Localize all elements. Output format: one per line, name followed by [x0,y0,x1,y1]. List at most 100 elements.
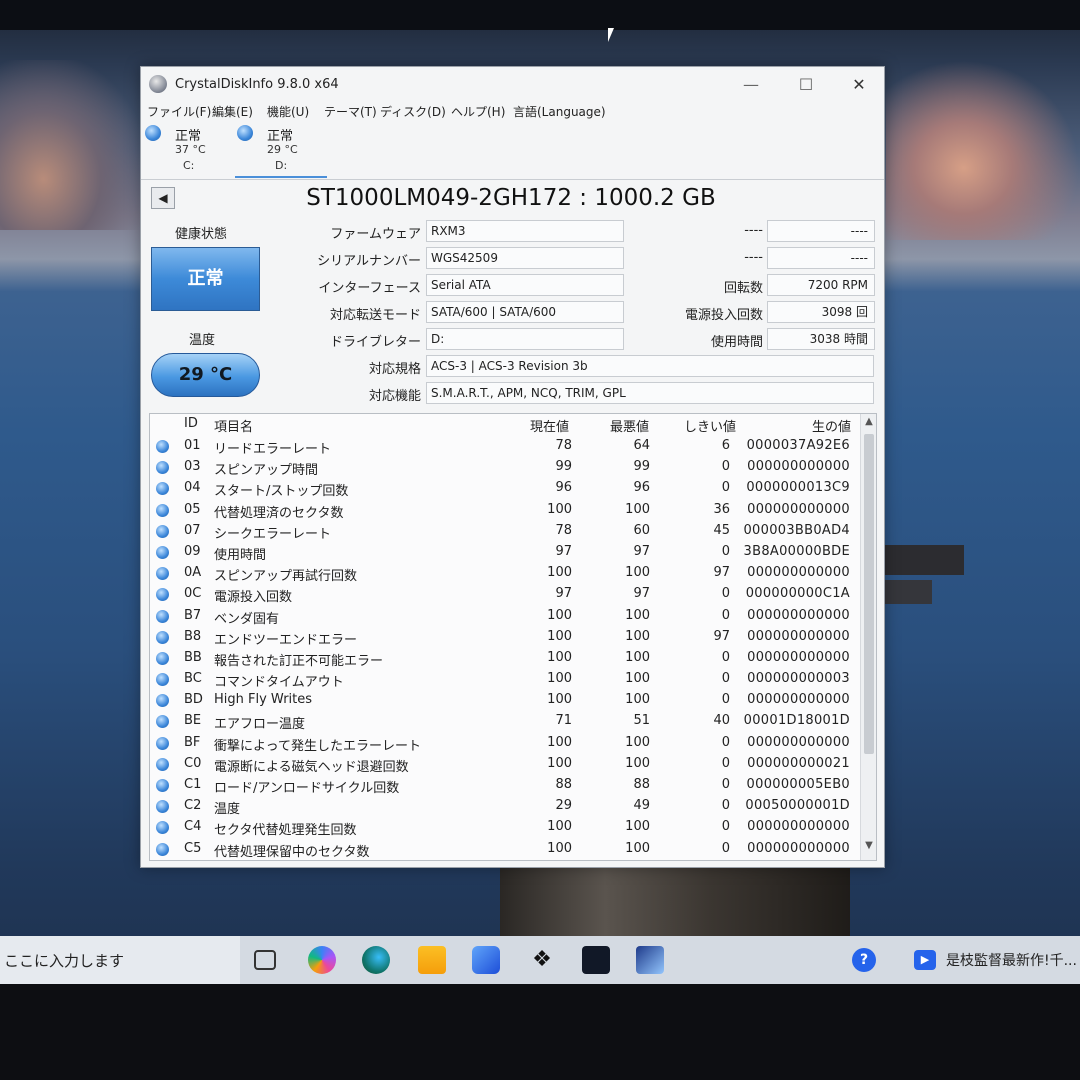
smart-row[interactable]: 01 リードエラーレート 78 64 6 0000037A92E6 [150,436,860,457]
smart-row[interactable]: 04 スタート/ストップ回数 96 96 0 0000000013C9 [150,478,860,499]
attribute-worst: 97 [633,586,650,602]
attribute-current: 100 [547,501,572,517]
smart-row[interactable]: 07 シークエラーレート 78 60 45 000003BB0AD4 [150,521,860,542]
rotation-rate-label: 回転数 [723,281,763,296]
attribute-status-dot-icon [156,440,169,453]
column-header-name[interactable]: 項目名 [214,416,253,435]
smart-row[interactable]: B8 エンドツーエンドエラー 100 100 97 000000000000 [150,627,860,648]
smart-row[interactable]: BC コマンドタイムアウト 100 100 0 000000000003 [150,669,860,690]
attribute-current: 100 [547,628,572,644]
attribute-raw: 3B8A00000BDE [743,543,850,559]
temperature-badge[interactable]: 29 °C [151,353,260,397]
attribute-name: ベンダ固有 [214,611,280,627]
attribute-raw: 000000000000 [747,840,850,856]
help-icon[interactable]: ? [852,948,876,972]
column-header-worst[interactable]: 最悪値 [610,416,649,435]
smart-row[interactable]: 09 使用時間 97 97 0 3B8A00000BDE [150,542,860,563]
drive-letter-value: D: [426,328,624,350]
table-scrollbar[interactable]: ▲ ▼ [860,414,876,860]
copilot-icon[interactable] [308,946,336,974]
attribute-status-dot-icon [156,545,169,559]
power-on-count-label: 電源投入回数 [684,308,763,323]
smart-row[interactable]: 0A スピンアップ再試行回数 100 100 97 000000000000 [150,563,860,584]
interface-label: インターフェース [318,281,421,296]
crystaldiskinfo-taskbar-icon[interactable] [636,946,664,974]
menu-function[interactable]: 機能(U) [267,103,309,120]
attribute-id: B8 [184,628,202,644]
menu-file[interactable]: ファイル(F) [147,103,211,120]
smart-row[interactable]: BE エアフロー温度 71 51 40 00001D18001D [150,711,860,732]
title-bar[interactable]: CrystalDiskInfo 9.8.0 x64 — ☐ ✕ [141,67,884,103]
attribute-id: BF [184,734,201,750]
smart-row[interactable]: BB 報告された訂正不可能エラー 100 100 0 000000000000 [150,648,860,669]
smart-row[interactable]: 03 スピンアップ時間 99 99 0 000000000000 [150,457,860,478]
dropbox-icon[interactable]: ❖ [528,946,556,974]
attribute-name: エアフロー温度 [214,717,306,733]
attribute-worst: 100 [625,819,650,835]
power-on-count-value: 3098 回 [767,301,875,323]
column-header-id[interactable]: ID [184,416,198,431]
taskbar: ここに入力します ❖ ? ▶ 是枝監督最新作!千... [0,936,1080,984]
attribute-name: スタート/ストップ回数 [214,484,349,500]
smart-row[interactable]: C2 温度 29 49 0 00050000001D [150,796,860,817]
attribute-threshold: 97 [713,628,730,644]
scrollbar-thumb[interactable] [864,434,874,754]
column-header-threshold[interactable]: しきい値 [684,416,736,435]
task-view-icon[interactable] [254,950,276,970]
drive-letter: D: [275,159,288,172]
smart-row[interactable]: 0C 電源投入回数 97 97 0 000000000C1A [150,584,860,605]
menu-language[interactable]: 言語(Language) [513,103,606,120]
attribute-id: BE [184,713,202,729]
close-button[interactable]: ✕ [839,73,879,97]
drive-health-dot-icon [145,125,161,141]
outlook-icon[interactable] [472,946,500,974]
temperature-label: 温度 [189,333,216,348]
scroll-down-arrow-icon[interactable]: ▼ [861,840,876,856]
attribute-worst: 100 [625,501,650,517]
column-header-current[interactable]: 現在値 [530,416,569,435]
menu-disk[interactable]: ディスク(D) [380,103,446,120]
attribute-current: 100 [547,565,572,581]
smart-row[interactable]: BF 衝撃によって発生したエラーレート 100 100 0 000000000000 [150,733,860,754]
menu-edit[interactable]: 編集(E) [212,103,253,120]
minimize-button[interactable]: — [731,73,771,97]
smart-row[interactable]: 05 代替処理済のセクタ数 100 100 36 000000000000 [150,500,860,521]
scroll-up-arrow-icon[interactable]: ▲ [861,416,876,432]
health-status-badge[interactable]: 正常 [151,247,260,311]
previous-disk-button[interactable]: ◀ [151,187,175,209]
attribute-worst: 100 [625,840,650,856]
smart-row[interactable]: C5 代替処理保留中のセクタ数 100 100 0 000000000000 [150,839,860,860]
attribute-worst: 100 [625,755,650,771]
attribute-status-dot-icon [156,736,169,750]
smart-row[interactable]: C4 セクタ代替処理発生回数 100 100 0 000000000000 [150,817,860,838]
attribute-name: シークエラーレート [214,526,332,542]
attribute-threshold: 0 [721,586,730,602]
attribute-name: 代替処理済のセクタ数 [214,505,344,521]
attribute-current: 78 [555,438,572,453]
app-shortcut-icon[interactable] [582,946,610,974]
attribute-threshold: 0 [721,607,730,623]
unused-field-label: ---- [744,250,763,265]
menu-help[interactable]: ヘルプ(H) [451,103,505,120]
health-status-label: 健康状態 [175,227,228,242]
smart-row[interactable]: C0 電源断による磁気ヘッド退避回数 100 100 0 000000000021 [150,754,860,775]
column-header-raw[interactable]: 生の値 [812,416,851,435]
smart-row[interactable]: B7 ベンダ固有 100 100 0 000000000000 [150,606,860,627]
attribute-worst: 88 [633,777,650,792]
maximize-button[interactable]: ☐ [786,73,826,97]
news-video-icon[interactable]: ▶ [914,950,936,970]
menu-theme[interactable]: テーマ(T) [324,103,377,120]
edge-browser-icon[interactable] [362,946,390,974]
drive-tab-d[interactable]: 正常 29 °C D: [235,124,327,178]
attribute-id: B7 [184,607,202,623]
news-ticker-text[interactable]: 是枝監督最新作!千... [946,950,1077,970]
file-explorer-icon[interactable] [418,946,446,974]
attribute-name: リードエラーレート [214,442,332,457]
smart-row[interactable]: C1 ロード/アンロードサイクル回数 88 88 0 000000005EB0 [150,775,860,796]
attribute-current: 100 [547,671,572,687]
smart-attribute-table[interactable]: ID 項目名 現在値 最悪値 しきい値 生の値 01 リードエラーレート 78 64 6… [149,413,877,861]
drive-tab-c[interactable]: 正常 37 °C C: [143,124,235,178]
taskbar-search-box[interactable]: ここに入力します [0,936,240,984]
smart-row[interactable]: BD High Fly Writes 100 100 0 000000000000 [150,690,860,711]
attribute-current: 96 [555,480,572,496]
